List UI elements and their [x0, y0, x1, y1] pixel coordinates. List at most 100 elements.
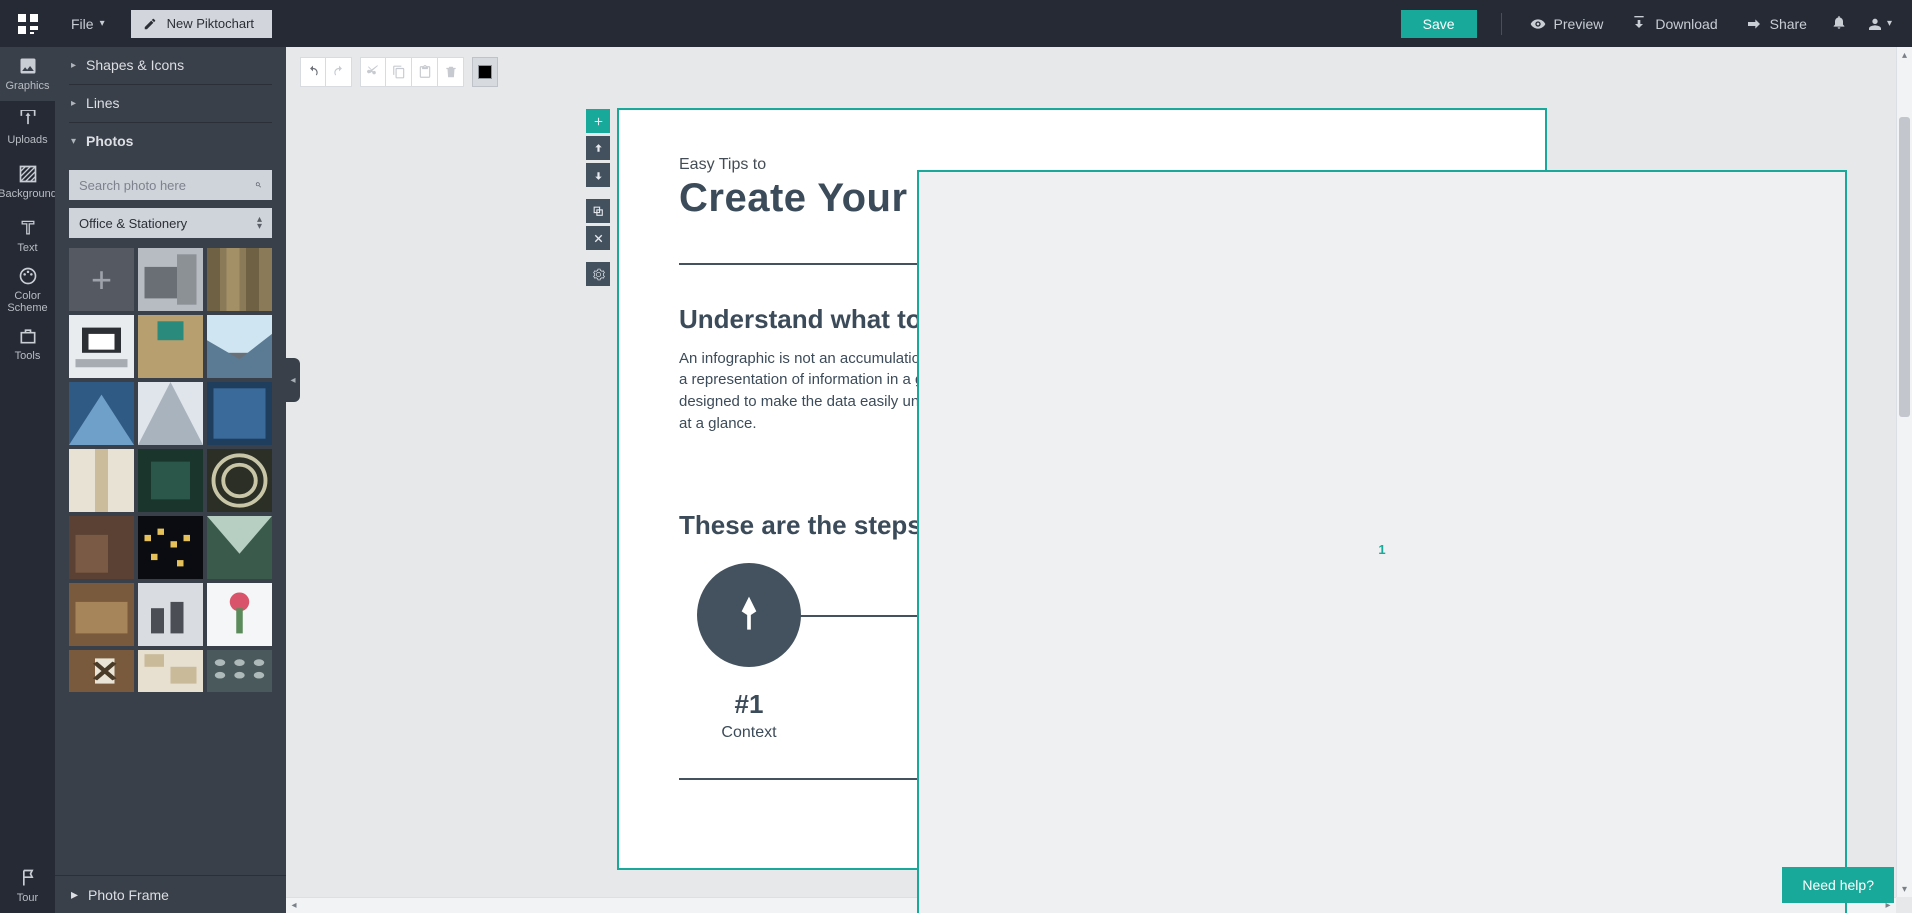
- photo-thumb[interactable]: [207, 449, 272, 512]
- step-number: #1: [735, 689, 764, 720]
- section-photos-label: Photos: [86, 133, 133, 149]
- photo-thumb[interactable]: [69, 516, 134, 579]
- photo-thumb[interactable]: [69, 315, 134, 378]
- text-icon: [18, 218, 38, 238]
- bell-icon: [1831, 14, 1847, 30]
- photo-thumb[interactable]: [138, 248, 203, 311]
- caret-right-icon: ▸: [71, 60, 76, 71]
- clone-block-button[interactable]: [586, 199, 610, 223]
- close-icon: [592, 232, 605, 245]
- photo-thumb[interactable]: [207, 382, 272, 445]
- photo-thumb[interactable]: [69, 449, 134, 512]
- redo-icon: [332, 65, 346, 79]
- block-page-indicator[interactable]: 1: [918, 171, 1846, 913]
- move-down-button[interactable]: [586, 163, 610, 187]
- photo-thumb[interactable]: [138, 583, 203, 646]
- block-settings-button[interactable]: [586, 262, 610, 286]
- rail-color-scheme[interactable]: Color Scheme: [0, 263, 55, 317]
- upload-icon: [18, 110, 38, 130]
- copy-button[interactable]: [386, 57, 412, 87]
- notifications-button[interactable]: [1821, 14, 1857, 33]
- file-menu[interactable]: File ▾: [55, 16, 121, 32]
- download-label: Download: [1655, 16, 1717, 32]
- top-bar: File ▾ New Piktochart Save Preview Downl…: [0, 0, 1912, 47]
- rail-background-label: Background: [0, 188, 57, 200]
- cut-button[interactable]: [360, 57, 386, 87]
- paste-button[interactable]: [412, 57, 438, 87]
- left-rail: Graphics Uploads Background Text Color S…: [0, 47, 55, 913]
- rail-tools-label: Tools: [15, 350, 41, 362]
- scroll-thumb[interactable]: [1899, 117, 1910, 417]
- canvas-area: 1 Easy Tips to Create Your Own Infograph…: [286, 47, 1912, 913]
- cut-icon: [366, 65, 380, 79]
- section-shapes-icons[interactable]: ▸ Shapes & Icons: [55, 47, 286, 84]
- gear-icon: [592, 268, 605, 281]
- app-logo[interactable]: [0, 12, 55, 36]
- plus-icon: [592, 115, 605, 128]
- paste-icon: [418, 65, 432, 79]
- trash-icon: [444, 65, 458, 79]
- section-photo-frame[interactable]: ▸ Photo Frame: [55, 875, 286, 913]
- photo-thumb[interactable]: [69, 583, 134, 646]
- rail-uploads[interactable]: Uploads: [0, 101, 55, 155]
- copy-icon: [392, 65, 406, 79]
- preview-button[interactable]: Preview: [1516, 16, 1618, 32]
- rail-tools[interactable]: Tools: [0, 317, 55, 371]
- section-photos[interactable]: ▾ Photos: [55, 123, 286, 160]
- photo-thumb[interactable]: [207, 650, 272, 692]
- save-button[interactable]: Save: [1401, 10, 1477, 38]
- photo-thumb[interactable]: [207, 583, 272, 646]
- account-menu[interactable]: ▾: [1857, 16, 1912, 32]
- section-lines[interactable]: ▸ Lines: [55, 85, 286, 122]
- step-1[interactable]: #1 Context: [689, 563, 809, 742]
- share-button[interactable]: Share: [1732, 16, 1821, 32]
- photo-thumb[interactable]: [69, 382, 134, 445]
- photo-thumb[interactable]: [69, 650, 134, 692]
- photo-category-select[interactable]: Office & Stationery ▴▾: [69, 208, 272, 238]
- undo-icon: [306, 65, 320, 79]
- scroll-up-arrow[interactable]: ▴: [1897, 47, 1912, 63]
- move-up-button[interactable]: [586, 136, 610, 160]
- section-photo-frame-label: Photo Frame: [88, 887, 169, 903]
- delete-button[interactable]: [438, 57, 464, 87]
- photo-thumb[interactable]: [138, 516, 203, 579]
- rail-background[interactable]: Background: [0, 155, 55, 209]
- graphics-panel: ▸ Shapes & Icons ▸ Lines ▾ Photos Office…: [55, 47, 286, 913]
- photo-search-input[interactable]: [79, 178, 255, 193]
- graphics-icon: [18, 56, 38, 76]
- add-block-button[interactable]: [586, 109, 610, 133]
- color-swatch-button[interactable]: [472, 57, 498, 87]
- rail-graphics[interactable]: Graphics: [0, 47, 55, 101]
- panel-collapse-handle[interactable]: ◂: [286, 358, 300, 402]
- new-piktochart-button[interactable]: New Piktochart: [131, 10, 272, 38]
- delete-block-button[interactable]: [586, 226, 610, 250]
- section-shapes-label: Shapes & Icons: [86, 57, 184, 73]
- rail-graphics-label: Graphics: [5, 80, 49, 92]
- photo-thumb[interactable]: [138, 315, 203, 378]
- background-icon: [18, 164, 38, 184]
- photo-thumb[interactable]: [138, 449, 203, 512]
- caret-down-icon: ▾: [71, 136, 76, 147]
- vertical-scrollbar[interactable]: ▴ ▾: [1896, 47, 1912, 897]
- photo-thumb[interactable]: [207, 315, 272, 378]
- photo-add-button[interactable]: +: [69, 248, 134, 311]
- eye-icon: [1530, 16, 1546, 32]
- color-swatch: [478, 65, 492, 79]
- redo-button[interactable]: [326, 57, 352, 87]
- scroll-left-arrow[interactable]: ◂: [286, 898, 302, 913]
- rail-tour[interactable]: Tour: [0, 859, 55, 913]
- search-icon: [255, 178, 262, 192]
- need-help-button[interactable]: Need help?: [1782, 867, 1894, 903]
- need-help-label: Need help?: [1802, 877, 1874, 893]
- photo-thumb[interactable]: [138, 382, 203, 445]
- rail-uploads-label: Uploads: [7, 134, 47, 146]
- photo-search[interactable]: [69, 170, 272, 200]
- rail-text[interactable]: Text: [0, 209, 55, 263]
- photo-thumb[interactable]: [207, 248, 272, 311]
- undo-button[interactable]: [300, 57, 326, 87]
- photo-thumb[interactable]: [207, 516, 272, 579]
- scroll-down-arrow[interactable]: ▾: [1897, 881, 1912, 897]
- download-button[interactable]: Download: [1617, 16, 1731, 32]
- section-lines-label: Lines: [86, 95, 119, 111]
- photo-thumb[interactable]: [138, 650, 203, 692]
